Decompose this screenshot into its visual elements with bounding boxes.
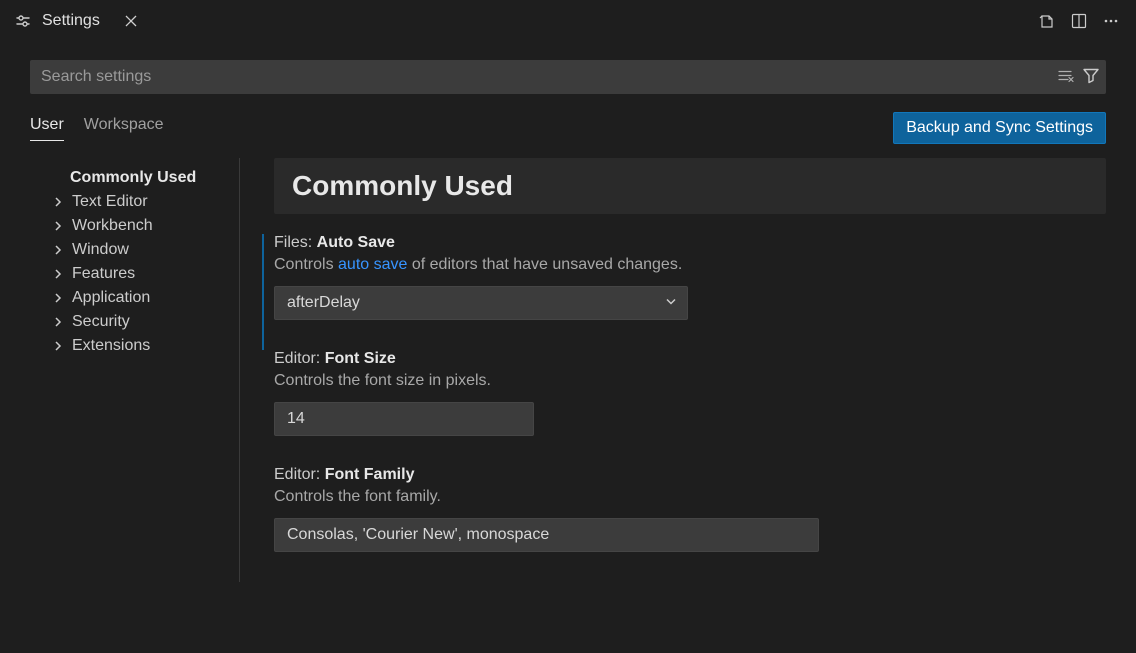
chevron-right-icon — [52, 244, 66, 256]
chevron-right-icon — [52, 268, 66, 280]
scope-workspace-tab[interactable]: Workspace — [84, 116, 164, 141]
tree-item-text-editor[interactable]: Text Editor — [30, 190, 227, 214]
tree-item-application[interactable]: Application — [30, 286, 227, 310]
section-header: Commonly Used — [274, 158, 1106, 214]
scope-user-tab[interactable]: User — [30, 116, 64, 141]
tree-item-window[interactable]: Window — [30, 238, 227, 262]
font-family-input[interactable] — [274, 518, 819, 552]
tab-title: Settings — [42, 12, 100, 30]
setting-description: Controls the font family. — [274, 488, 1106, 506]
split-editor-icon[interactable] — [1070, 12, 1088, 30]
tree-item-features[interactable]: Features — [30, 262, 227, 286]
setting-name: Auto Save — [317, 234, 395, 251]
chevron-right-icon — [52, 316, 66, 328]
tree-item-extensions[interactable]: Extensions — [30, 334, 227, 358]
setting-font-family: Editor: Font Family Controls the font fa… — [274, 466, 1106, 582]
chevron-right-icon — [52, 220, 66, 232]
search-input[interactable] — [30, 60, 1106, 94]
setting-prefix: Editor: — [274, 466, 325, 483]
setting-description: Controls auto save of editors that have … — [274, 256, 1106, 274]
font-size-input[interactable] — [274, 402, 534, 436]
chevron-right-icon — [52, 292, 66, 304]
setting-auto-save: Files: Auto Save Controls auto save of e… — [262, 234, 1106, 350]
setting-description: Controls the font size in pixels. — [274, 372, 1106, 390]
setting-prefix: Files: — [274, 234, 317, 251]
filter-icon[interactable] — [1082, 67, 1100, 88]
setting-name: Font Size — [325, 350, 396, 367]
settings-sliders-icon — [14, 12, 32, 30]
setting-name: Font Family — [325, 466, 415, 483]
chevron-right-icon — [52, 196, 66, 208]
backup-sync-button[interactable]: Backup and Sync Settings — [893, 112, 1106, 144]
tree-item-commonly-used[interactable]: Commonly Used — [30, 166, 227, 190]
setting-font-size: Editor: Font Size Controls the font size… — [274, 350, 1106, 466]
more-actions-icon[interactable] — [1102, 12, 1120, 30]
tree-item-security[interactable]: Security — [30, 310, 227, 334]
tree-item-workbench[interactable]: Workbench — [30, 214, 227, 238]
setting-prefix: Editor: — [274, 350, 325, 367]
open-changes-icon[interactable] — [1038, 12, 1056, 30]
auto-save-link[interactable]: auto save — [338, 256, 407, 273]
auto-save-select[interactable]: afterDelay — [274, 286, 688, 320]
close-icon[interactable] — [120, 10, 142, 32]
editor-tab-settings[interactable]: Settings — [0, 0, 156, 42]
clear-search-icon[interactable] — [1056, 67, 1074, 88]
chevron-right-icon — [52, 340, 66, 352]
settings-tree: Commonly Used Text Editor Workbench Wind… — [30, 158, 240, 582]
